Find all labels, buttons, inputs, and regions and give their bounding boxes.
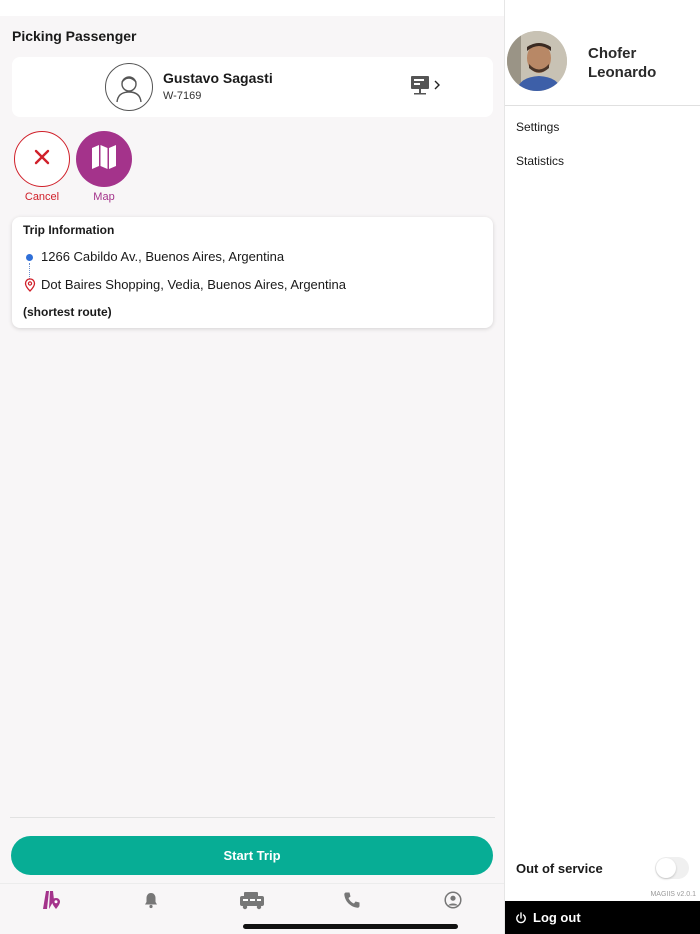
app-version: MAGIIS v2.0.1 bbox=[650, 891, 696, 898]
taxi-icon bbox=[239, 890, 265, 915]
passenger-card: Gustavo Sagasti W-7169 bbox=[12, 57, 493, 117]
status-bar bbox=[0, 0, 504, 16]
menu-item-statistics[interactable]: Statistics bbox=[516, 154, 564, 168]
drawer-divider bbox=[505, 105, 700, 106]
origin-dot-icon bbox=[26, 254, 33, 261]
tab-notifications[interactable] bbox=[139, 890, 163, 914]
map-label: Map bbox=[93, 191, 115, 203]
out-of-service-toggle[interactable] bbox=[655, 857, 689, 879]
destination-address: Dot Baires Shopping, Vedia, Buenos Aires… bbox=[41, 277, 346, 292]
route-note: (shortest route) bbox=[23, 305, 112, 319]
origin-address: 1266 Cabildo Av., Buenos Aires, Argentin… bbox=[41, 249, 285, 264]
route-connector bbox=[29, 263, 30, 279]
driver-name: Chofer Leonardo bbox=[588, 44, 698, 82]
profile-icon bbox=[444, 890, 462, 914]
map-icon bbox=[90, 144, 118, 175]
logout-button[interactable]: Log out bbox=[505, 901, 700, 934]
page-title: Picking Passenger bbox=[12, 28, 137, 44]
bell-icon bbox=[142, 891, 160, 914]
chat-button[interactable] bbox=[410, 75, 444, 99]
location-pin-icon bbox=[23, 278, 37, 292]
passenger-avatar-icon bbox=[105, 63, 153, 111]
passenger-name: Gustavo Sagasti bbox=[163, 70, 273, 86]
tab-phone[interactable] bbox=[340, 890, 364, 914]
trips-icon bbox=[40, 890, 62, 915]
logout-label: Log out bbox=[533, 910, 581, 925]
tab-profile[interactable] bbox=[441, 890, 465, 914]
cancel-button[interactable]: Cancel bbox=[14, 131, 70, 203]
passenger-plate: W-7169 bbox=[163, 90, 202, 102]
close-icon bbox=[33, 148, 51, 171]
power-icon bbox=[515, 911, 527, 924]
divider bbox=[10, 817, 495, 818]
trip-info-title: Trip Information bbox=[23, 223, 115, 237]
chevron-right-icon bbox=[432, 78, 442, 96]
phone-icon bbox=[343, 891, 361, 914]
home-indicator bbox=[243, 924, 458, 929]
driver-last-name: Leonardo bbox=[588, 64, 657, 81]
start-trip-button[interactable]: Start Trip bbox=[11, 836, 493, 875]
map-circle bbox=[76, 131, 132, 187]
driver-avatar bbox=[507, 31, 567, 91]
chat-icon bbox=[410, 75, 432, 100]
cancel-label: Cancel bbox=[24, 191, 60, 203]
driver-first-name: Chofer bbox=[588, 45, 637, 62]
tab-trips[interactable] bbox=[39, 890, 63, 914]
side-drawer: Chofer Leonardo Settings Statistics Out … bbox=[504, 0, 700, 934]
map-button[interactable]: Map bbox=[76, 131, 132, 203]
toggle-knob bbox=[656, 858, 676, 878]
main-panel: Picking Passenger Gustavo Sagasti W-7169 bbox=[0, 0, 504, 934]
menu-item-settings[interactable]: Settings bbox=[516, 120, 559, 134]
tab-vehicle[interactable] bbox=[240, 890, 264, 914]
cancel-circle bbox=[14, 131, 70, 187]
trip-info-card: Trip Information 1266 Cabildo Av., Bueno… bbox=[12, 217, 493, 328]
out-of-service-label: Out of service bbox=[516, 861, 603, 876]
